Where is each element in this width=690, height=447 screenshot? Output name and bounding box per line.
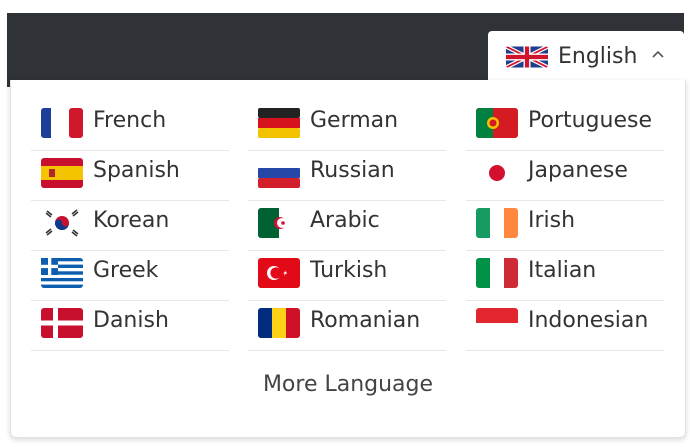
language-option-turkish[interactable]: Turkish: [248, 250, 446, 301]
france-flag-icon: [41, 108, 83, 138]
algeria-flag-icon: [258, 208, 300, 238]
romania-flag-icon: [258, 308, 300, 338]
language-option-danish[interactable]: Danish: [31, 300, 229, 351]
japan-flag-icon: [476, 158, 518, 188]
korea-flag-icon: [41, 208, 83, 238]
uk-flag-icon: [506, 42, 548, 72]
denmark-flag-icon: [41, 308, 83, 338]
language-dropdown-panel: French German Portuguese Spanish Russian…: [10, 80, 686, 438]
language-option-greek[interactable]: Greek: [31, 250, 229, 301]
portugal-flag-icon: [476, 108, 518, 138]
language-option-french[interactable]: French: [31, 100, 229, 151]
language-option-italian[interactable]: Italian: [466, 250, 664, 301]
language-option-german[interactable]: German: [248, 100, 446, 151]
germany-flag-icon: [258, 108, 300, 138]
language-option-korean[interactable]: Korean: [31, 200, 229, 251]
turkey-flag-icon: [258, 258, 300, 288]
chevron-up-icon: [652, 49, 664, 61]
language-option-japanese[interactable]: Japanese: [466, 150, 664, 201]
language-option-russian[interactable]: Russian: [248, 150, 446, 201]
russia-flag-icon: [258, 158, 300, 188]
language-option-irish[interactable]: Irish: [466, 200, 664, 251]
more-language-link[interactable]: More Language: [11, 372, 685, 397]
italy-flag-icon: [476, 258, 518, 288]
indonesia-flag-icon: [476, 308, 518, 338]
language-option-portuguese[interactable]: Portuguese: [466, 100, 664, 151]
language-option-spanish[interactable]: Spanish: [31, 150, 229, 201]
language-option-romanian[interactable]: Romanian: [248, 300, 446, 351]
language-option-arabic[interactable]: Arabic: [248, 200, 446, 251]
language-option-indonesian[interactable]: Indonesian: [466, 300, 664, 351]
ireland-flag-icon: [476, 208, 518, 238]
current-language-label: English: [558, 44, 638, 69]
greece-flag-icon: [41, 258, 83, 288]
spain-flag-icon: [41, 158, 83, 188]
